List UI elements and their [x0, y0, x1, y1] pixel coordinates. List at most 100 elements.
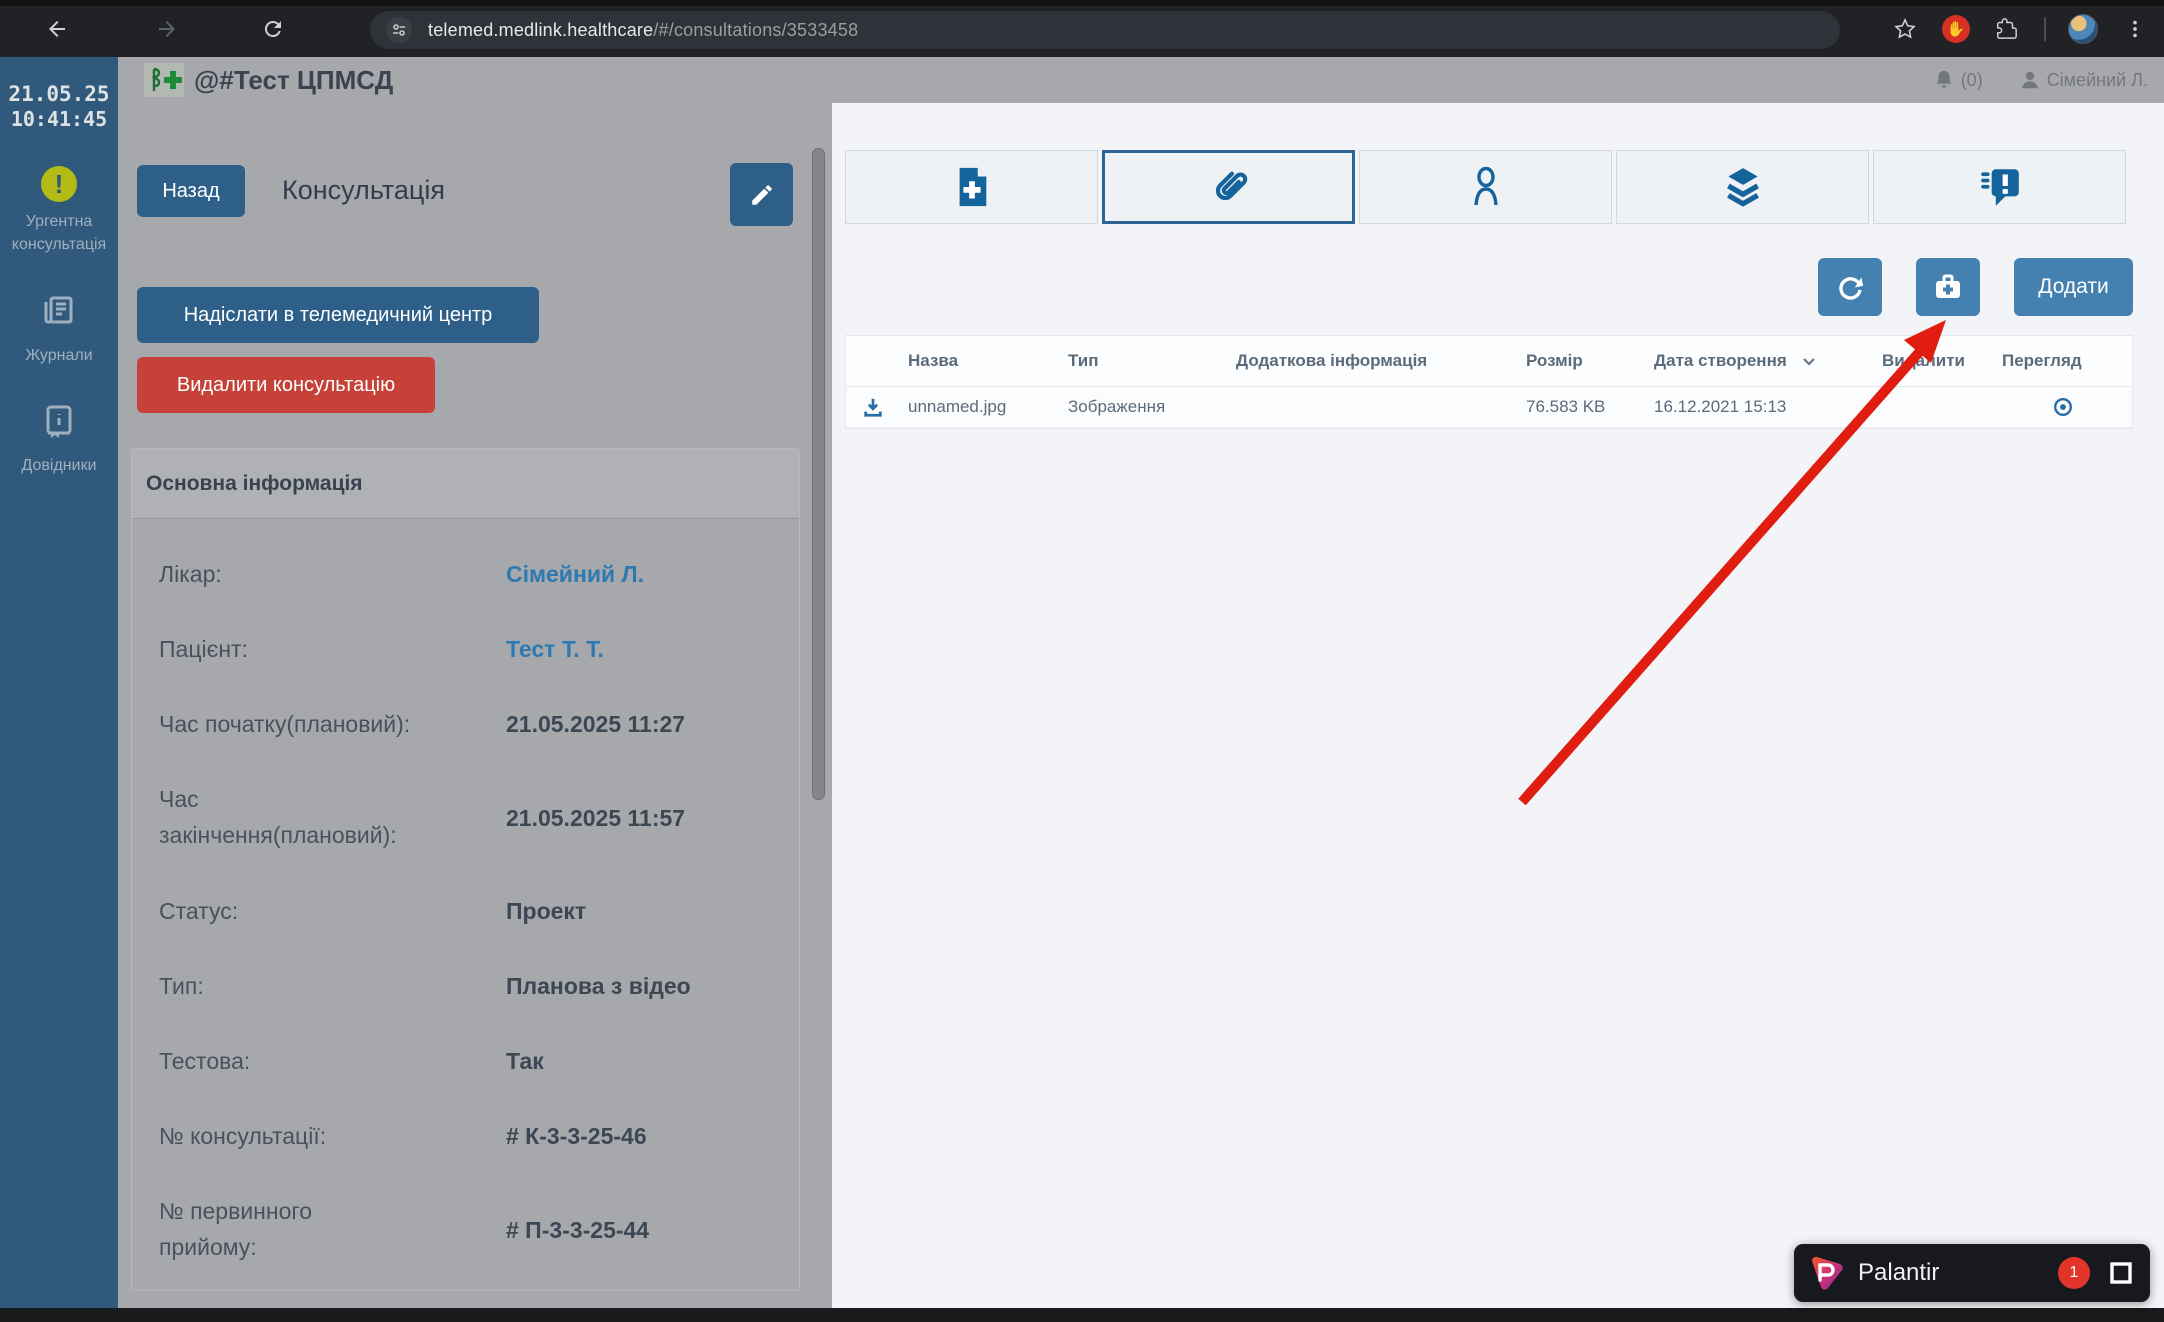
- field-consultation-number: № консультації: # К-3-3-25-46: [159, 1099, 799, 1174]
- current-user[interactable]: Сімейний Л.: [2019, 69, 2148, 91]
- notifications-bell[interactable]: (0): [1933, 69, 1983, 91]
- tab-medical-document[interactable]: [845, 150, 1098, 224]
- send-to-telemed-center-button[interactable]: Надіслати в телемедичний центр: [137, 287, 539, 343]
- notification-count: (0): [1961, 70, 1983, 91]
- handbook-icon: [39, 401, 79, 446]
- toolbar-divider: [2044, 17, 2046, 41]
- field-value: Планова з відео: [506, 973, 691, 1000]
- tab-attachments[interactable]: [1102, 150, 1355, 224]
- profile-avatar[interactable]: [2068, 14, 2098, 44]
- sidebar-item-urgent-consultation[interactable]: ! Ургентна консультація: [0, 166, 118, 256]
- sort-desc-icon: [1801, 353, 1817, 369]
- col-view: Перегляд: [2002, 351, 2132, 371]
- site-info-icon[interactable]: [386, 17, 412, 43]
- col-extra[interactable]: Додаткова інформація: [1236, 351, 1526, 371]
- consultation-panel: Назад Консультація Надіслати в телемедич…: [118, 103, 832, 1308]
- sidebar-clock: 21.05.25 10:41:45: [0, 57, 118, 132]
- refresh-icon: [1835, 272, 1865, 302]
- add-attachment-button[interactable]: Додати: [2014, 258, 2133, 316]
- field-value: 21.05.2025 11:27: [506, 711, 685, 738]
- palantir-widget[interactable]: Palantir 1: [1794, 1244, 2150, 1302]
- field-primary-visit-number: № первинного прийому: # П-3-3-25-44: [159, 1174, 799, 1286]
- col-type[interactable]: Тип: [1068, 351, 1236, 371]
- field-value: # П-3-3-25-44: [506, 1217, 649, 1244]
- detail-tabs: [845, 150, 2126, 224]
- browser-back-icon[interactable]: [42, 14, 72, 44]
- url-text: telemed.medlink.healthcare/#/consultatio…: [428, 20, 858, 41]
- browser-address-bar[interactable]: telemed.medlink.healthcare/#/consultatio…: [370, 11, 1840, 49]
- pencil-icon: [749, 182, 775, 208]
- field-value: Так: [506, 1048, 544, 1075]
- field-label: Статус:: [159, 894, 506, 930]
- field-label: Тестова:: [159, 1044, 506, 1080]
- col-created[interactable]: Дата створення: [1654, 351, 1882, 371]
- bookmark-star-icon[interactable]: [1890, 14, 1920, 44]
- back-button[interactable]: Назад: [137, 165, 245, 217]
- field-label: Тип:: [159, 969, 506, 1005]
- field-value-link[interactable]: Сімейний Л.: [506, 561, 644, 588]
- delete-consultation-button[interactable]: Видалити консультацію: [137, 357, 435, 413]
- organization-title[interactable]: @#Тест ЦПМСД: [144, 63, 393, 97]
- palantir-badge: 1: [2058, 1257, 2090, 1289]
- col-name[interactable]: Назва: [908, 351, 1068, 371]
- user-name: Сімейний Л.: [2047, 70, 2148, 91]
- field-value: Проект: [506, 898, 586, 925]
- window-bottom-edge: [0, 1308, 2164, 1322]
- layers-icon: [1720, 164, 1766, 210]
- field-label: № консультації:: [159, 1119, 506, 1155]
- urgent-exclamation-icon: !: [41, 166, 77, 202]
- sidebar-item-journals[interactable]: Журнали: [0, 291, 118, 367]
- field-label: Лікар:: [159, 557, 506, 593]
- scrollbar-thumb[interactable]: [812, 148, 825, 800]
- camera-capture-button[interactable]: [1916, 258, 1980, 316]
- sidebar-item-handbooks[interactable]: Довідники: [0, 401, 118, 477]
- field-end-time: Час закінчення(плановий): 21.05.2025 11:…: [159, 762, 799, 874]
- browser-reload-icon[interactable]: [258, 14, 288, 44]
- tab-patient[interactable]: [1359, 150, 1612, 224]
- medical-bag-icon: [1933, 272, 1963, 302]
- field-label: Час початку(плановий):: [159, 707, 506, 743]
- field-label: № первинного прийому:: [159, 1194, 506, 1265]
- tab-messages[interactable]: [1873, 150, 2126, 224]
- view-file-button[interactable]: [2002, 396, 2132, 418]
- browser-toolbar: telemed.medlink.healthcare/#/consultatio…: [0, 0, 2164, 57]
- adblock-extension-icon[interactable]: ✋: [1942, 15, 1970, 43]
- user-icon: [2019, 69, 2041, 91]
- main-info-card: Основна інформація Лікар: Сімейний Л. Па…: [131, 448, 800, 1291]
- app-window: telemed.medlink.healthcare/#/consultatio…: [0, 0, 2164, 1322]
- field-test: Тестова: Так: [159, 1024, 799, 1099]
- app-sidebar: 21.05.25 10:41:45 ! Ургентна консультаці…: [0, 57, 118, 1308]
- medical-document-icon: [951, 164, 993, 210]
- download-icon: [862, 396, 884, 418]
- file-name[interactable]: unnamed.jpg: [908, 397, 1068, 417]
- palantir-name: Palantir: [1858, 1259, 1939, 1287]
- tab-layers[interactable]: [1616, 150, 1869, 224]
- col-size[interactable]: Розмір: [1526, 351, 1654, 371]
- medical-org-icon: [144, 63, 184, 97]
- field-value: 21.05.2025 11:57: [506, 805, 685, 832]
- browser-forward-icon[interactable]: [152, 14, 182, 44]
- person-icon: [1464, 164, 1508, 210]
- download-file-button[interactable]: [846, 396, 908, 418]
- sidebar-item-label: Журнали: [25, 344, 92, 367]
- browser-menu-icon[interactable]: [2120, 14, 2150, 44]
- edit-button[interactable]: [730, 163, 793, 226]
- palantir-logo-icon: [1806, 1253, 1846, 1293]
- refresh-button[interactable]: [1818, 258, 1882, 316]
- app-header: @#Тест ЦПМСД (0) Сімейний Л.: [118, 57, 2164, 103]
- clock-time: 10:41:45: [0, 107, 118, 132]
- panel-title: Консультація: [282, 175, 445, 206]
- field-label: Пацієнт:: [159, 632, 506, 668]
- field-value: # К-3-3-25-46: [506, 1123, 647, 1150]
- field-value-link[interactable]: Тест Т. Т.: [506, 636, 604, 663]
- attachments-toolbar: Додати: [1818, 258, 2133, 316]
- attachments-panel: Додати Назва Тип Додаткова інформація Ро…: [832, 103, 2164, 1308]
- extensions-puzzle-icon[interactable]: [1992, 14, 2022, 44]
- maximize-icon[interactable]: [2108, 1260, 2134, 1286]
- file-type: Зображення: [1068, 397, 1236, 417]
- sidebar-item-label: Ургентна консультація: [0, 210, 118, 256]
- attachments-table: Назва Тип Додаткова інформація Розмір Да…: [845, 335, 2133, 429]
- field-patient: Пацієнт: Тест Т. Т.: [159, 612, 799, 687]
- file-size: 76.583 KB: [1526, 397, 1654, 417]
- page-scrollbar[interactable]: [811, 103, 826, 1308]
